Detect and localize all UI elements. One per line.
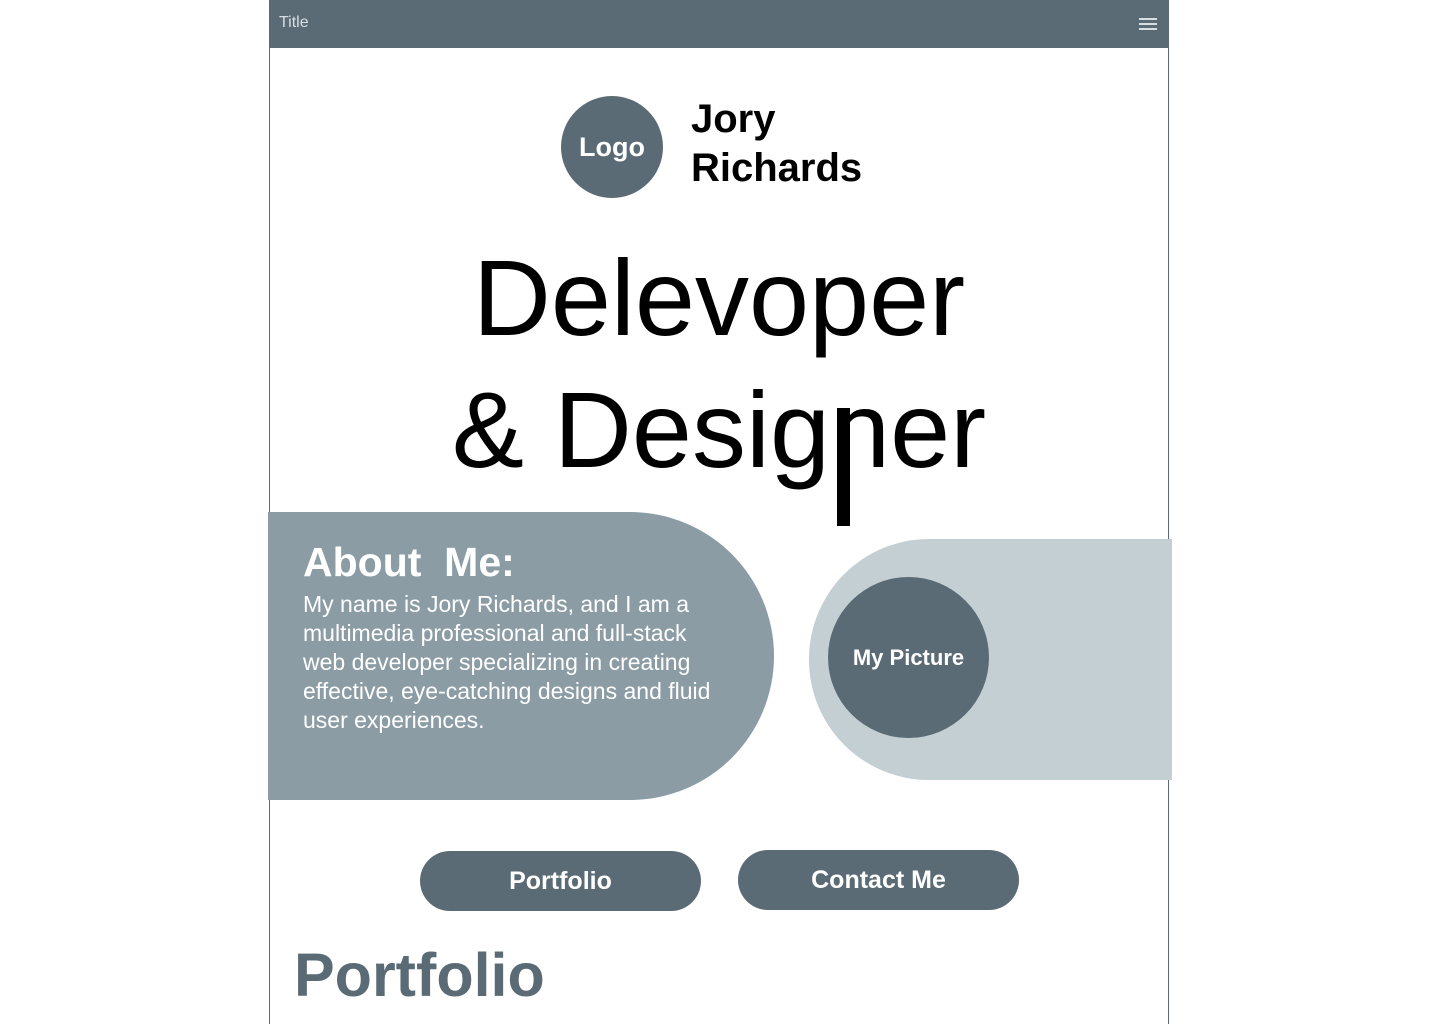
- hero-title-line-2: & Designer: [451, 369, 987, 490]
- logo[interactable]: Logo: [561, 96, 663, 198]
- portfolio-button[interactable]: Portfolio: [420, 851, 701, 911]
- about-text: My name is Jory Richards, and I am a mul…: [303, 591, 711, 733]
- owner-first-name: Jory: [691, 97, 776, 141]
- profile-picture-label: My Picture: [852, 644, 965, 670]
- owner-last-name: Richards: [691, 146, 863, 190]
- about-section: About Me: My name is Jory Richards, and …: [268, 512, 774, 800]
- about-title: About Me:: [303, 539, 515, 585]
- portfolio-section-title: Portfolio: [294, 941, 545, 1009]
- hamburger-menu-icon[interactable]: [1138, 15, 1158, 33]
- logo-label: Logo: [579, 131, 645, 162]
- page-frame: Title Logo Jory Richards Delevoper & Des…: [268, 0, 1172, 1024]
- app-bar: Title: [270, 0, 1168, 48]
- hero-title-line-1: Delevoper: [472, 237, 966, 358]
- contact-me-button[interactable]: Contact Me: [738, 850, 1019, 910]
- owner-name: Jory Richards: [691, 95, 862, 193]
- profile-picture: My Picture: [828, 577, 989, 738]
- picture-panel: My Picture: [809, 539, 1172, 780]
- app-bar-title: Title: [279, 14, 309, 31]
- text-cursor: [837, 408, 850, 526]
